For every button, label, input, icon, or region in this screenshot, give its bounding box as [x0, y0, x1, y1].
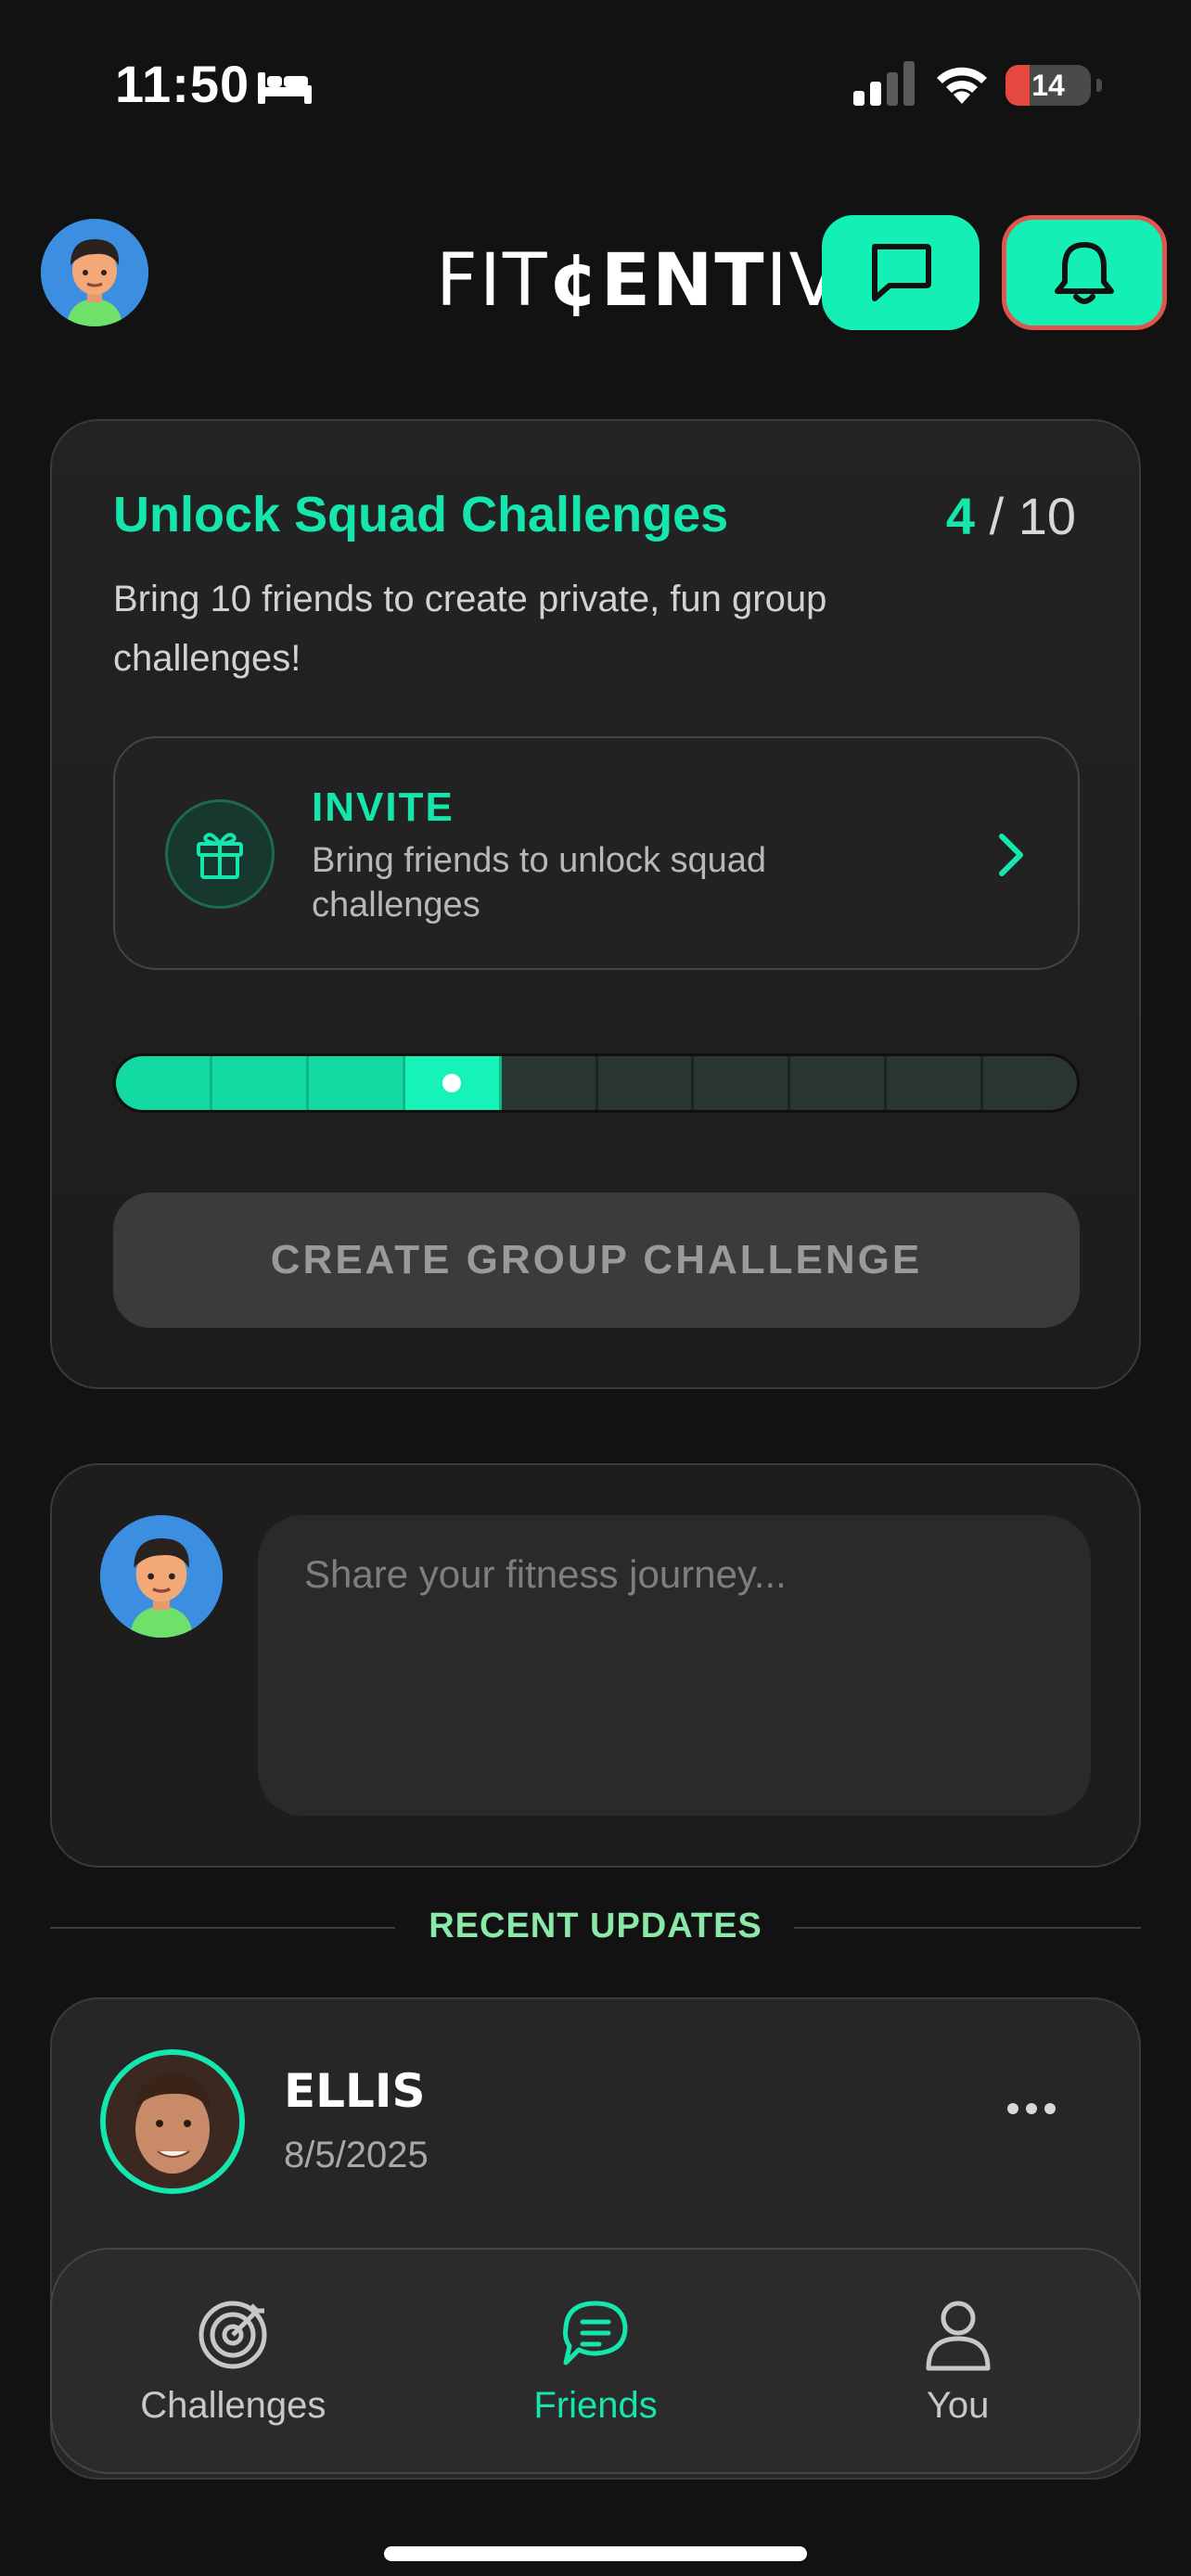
- progress-segment: [404, 1056, 502, 1110]
- person-icon: [926, 2301, 991, 2371]
- wifi-icon: [937, 67, 987, 104]
- target-icon: [198, 2301, 267, 2369]
- tab-challenges[interactable]: Challenges: [52, 2250, 415, 2472]
- avatar-illustration-icon: [41, 219, 148, 326]
- progress-segment: [887, 1056, 984, 1110]
- invite-friends-row[interactable]: INVITE Bring friends to unlock squad cha…: [113, 736, 1080, 970]
- unlock-title: Unlock Squad Challenges: [113, 487, 729, 542]
- post-composer-card: [50, 1463, 1141, 1868]
- status-bar: 11:50 14: [0, 0, 1191, 176]
- chat-bubble-icon: [872, 244, 931, 301]
- gift-icon: [197, 833, 243, 879]
- home-indicator: [384, 2546, 807, 2561]
- logo-text-cent: ¢ENT: [548, 239, 766, 323]
- progress-segment: [983, 1056, 1077, 1110]
- unlock-squad-card: Unlock Squad Challenges 4 / 10 Bring 10 …: [50, 419, 1141, 1389]
- progress-segment: [211, 1056, 309, 1110]
- divider-line-right: [794, 1927, 1141, 1929]
- friend-count: 4 / 10: [946, 486, 1076, 546]
- chevron-right-icon: [999, 834, 1023, 876]
- friend-count-current: 4: [945, 487, 976, 545]
- sleep-focus-icon: [258, 72, 312, 104]
- progress-segment: [502, 1056, 598, 1110]
- post-date: 8/5/2025: [284, 2135, 429, 2175]
- notifications-button[interactable]: [1002, 215, 1167, 330]
- tab-you[interactable]: You: [776, 2250, 1139, 2472]
- chat-group-icon: [563, 2301, 628, 2366]
- tab-friends[interactable]: Friends: [415, 2250, 777, 2472]
- battery-percent: 14: [1031, 69, 1065, 102]
- bottom-tab-bar: Challenges Friends You: [50, 2248, 1141, 2474]
- invite-subtitle: Bring friends to unlock squad challenges: [312, 841, 767, 925]
- create-group-challenge-button[interactable]: CREATE GROUP CHALLENGE: [113, 1192, 1080, 1328]
- progress-segment: [308, 1056, 405, 1110]
- tab-label: Friends: [533, 2385, 658, 2426]
- messages-button[interactable]: [822, 215, 980, 330]
- battery-indicator: 14: [1005, 65, 1102, 106]
- invite-progress-bar: [113, 1053, 1080, 1113]
- app-logo: FIT¢ENTIVE: [436, 239, 888, 323]
- composer-avatar: [100, 1515, 223, 1638]
- friend-count-separator: /: [975, 487, 1018, 545]
- logo-text-fit: FIT: [436, 239, 549, 323]
- bell-icon: [1055, 242, 1114, 304]
- cellular-signal-icon: [853, 61, 915, 106]
- more-options-icon[interactable]: [1005, 2101, 1057, 2116]
- invite-label: INVITE: [312, 784, 455, 830]
- app-header: FIT¢ENTIVE: [0, 204, 1191, 343]
- tab-label: You: [926, 2385, 990, 2426]
- progress-segment: [598, 1056, 695, 1110]
- recent-updates-divider: RECENT UPDATES: [50, 1899, 1141, 1957]
- battery-nub: [1096, 79, 1102, 92]
- tab-label: Challenges: [140, 2385, 327, 2426]
- share-journey-input[interactable]: [258, 1515, 1091, 1816]
- avatar-illustration-icon: [100, 1515, 223, 1638]
- progress-segment: [790, 1056, 888, 1110]
- progress-segment: [694, 1056, 791, 1110]
- unlock-description: Bring 10 friends to create private, fun …: [113, 579, 827, 679]
- progress-segment: [116, 1056, 212, 1110]
- post-author-name: ELLIS: [284, 2064, 426, 2118]
- post-author-avatar[interactable]: [100, 2049, 245, 2194]
- profile-avatar[interactable]: [41, 219, 148, 326]
- gift-icon-badge: [165, 799, 275, 909]
- status-time: 11:50: [115, 55, 250, 113]
- friend-count-total: 10: [1018, 487, 1076, 545]
- author-photo-icon: [106, 2055, 239, 2188]
